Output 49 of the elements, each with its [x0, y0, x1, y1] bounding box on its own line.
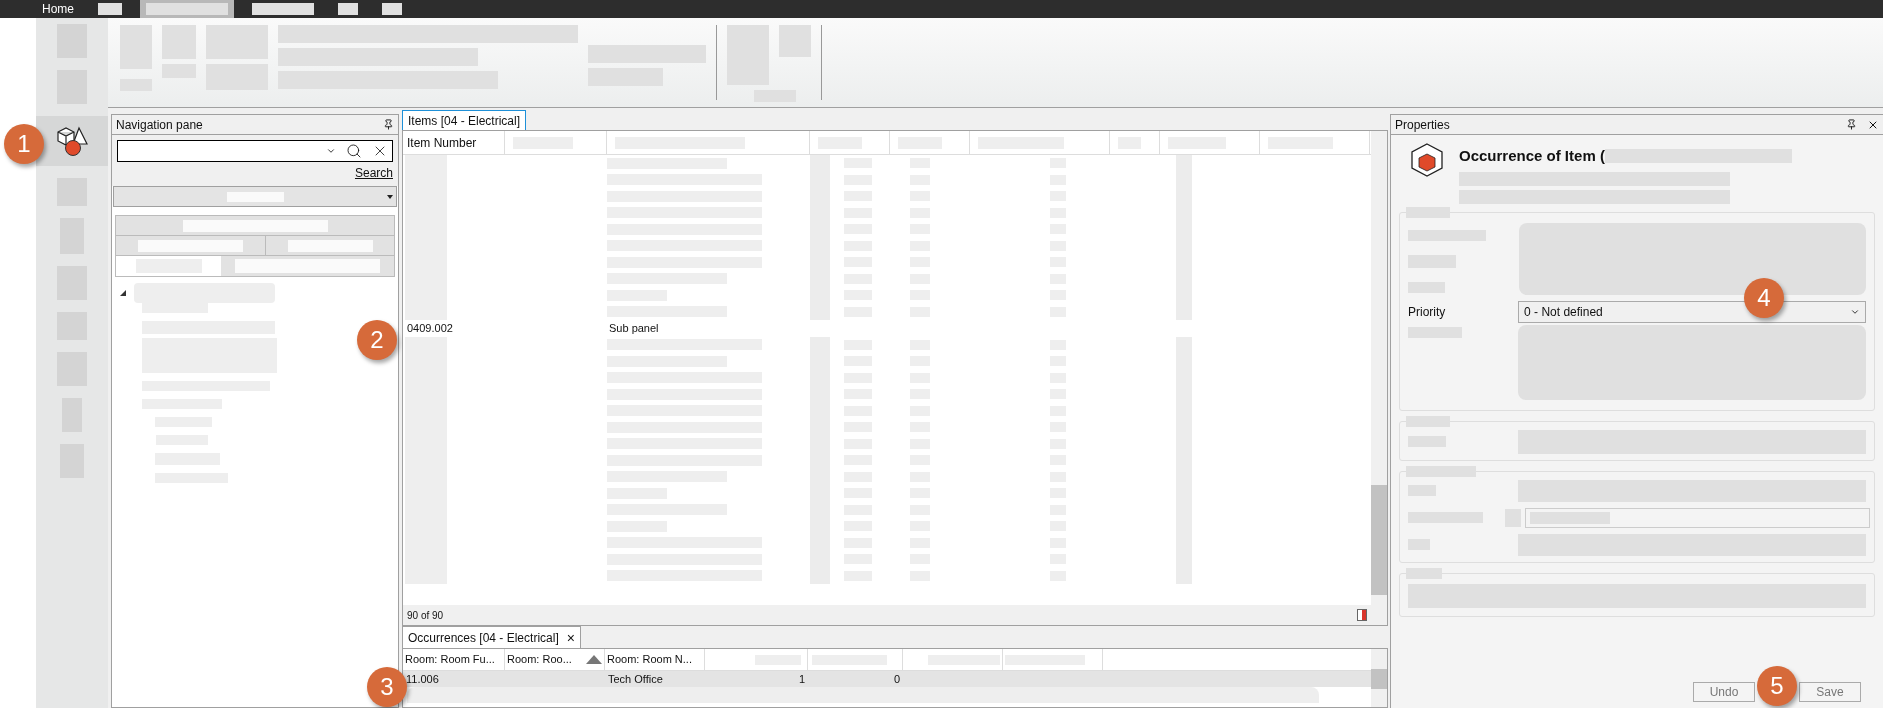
panel-tab[interactable]: Occurrences [04 - Electrical] ×	[402, 626, 581, 648]
scrollbar[interactable]	[1371, 649, 1387, 707]
table-cell-text: 11.006	[406, 671, 439, 687]
scrollbar[interactable]	[1371, 131, 1387, 625]
field-label: Priority	[1408, 303, 1447, 321]
search-icon[interactable]	[346, 143, 362, 159]
properties-heading: Occurrence of Item (	[1459, 146, 1605, 166]
column-header[interactable]: Room: Roo...	[505, 649, 605, 670]
redaction-block	[1176, 155, 1192, 172]
redaction-block	[338, 3, 358, 15]
undo-button[interactable]: Undo	[1693, 682, 1755, 702]
pane-title: Properties	[1395, 116, 1450, 134]
menu-tab[interactable]: Home	[36, 0, 80, 18]
pin-icon[interactable]	[1846, 119, 1857, 130]
column-header[interactable]: Item Number	[403, 131, 505, 154]
redaction-block	[810, 155, 830, 172]
table-row[interactable]: 11.006 Tech Office 1 0	[403, 671, 1371, 687]
table-cell-text: 0	[893, 671, 900, 687]
panel-tab[interactable]: Items [04 - Electrical]	[402, 110, 527, 130]
search-link[interactable]: Search	[354, 164, 393, 182]
table-cell-text: Sub panel	[608, 321, 659, 336]
row-count: 90 of 90	[407, 608, 444, 623]
pin-icon[interactable]	[383, 119, 394, 130]
column-header[interactable]: Room: Room N...	[605, 649, 705, 670]
caret-icon	[387, 195, 393, 199]
table-cell-text: 0409.002	[406, 321, 454, 336]
search-field[interactable]	[117, 140, 393, 162]
redaction-block	[206, 25, 268, 59]
expander-icon[interactable]	[120, 290, 126, 296]
redaction-block	[252, 3, 314, 15]
sort-icon	[586, 655, 602, 664]
table-cell-text: Tech Office	[608, 671, 663, 687]
table-cell-text: 1	[798, 671, 805, 687]
sidebar-item[interactable]	[36, 116, 108, 166]
redaction-block	[98, 3, 122, 15]
pane-title: Navigation pane	[116, 116, 203, 134]
redaction-block	[162, 25, 196, 59]
save-button[interactable]: Save	[1799, 682, 1861, 702]
redaction-block	[382, 3, 402, 15]
close-button[interactable]: ×	[566, 630, 575, 645]
chevron-down-icon[interactable]	[326, 146, 336, 156]
column-header[interactable]: Room: Room Fu...	[403, 649, 505, 670]
redaction-block	[405, 155, 447, 172]
cube-icon	[1411, 143, 1443, 177]
redaction-block	[779, 25, 811, 57]
redaction-block	[727, 25, 769, 85]
redaction-block	[120, 25, 152, 69]
shapes-icon	[55, 124, 89, 158]
book-icon[interactable]	[1357, 609, 1367, 621]
